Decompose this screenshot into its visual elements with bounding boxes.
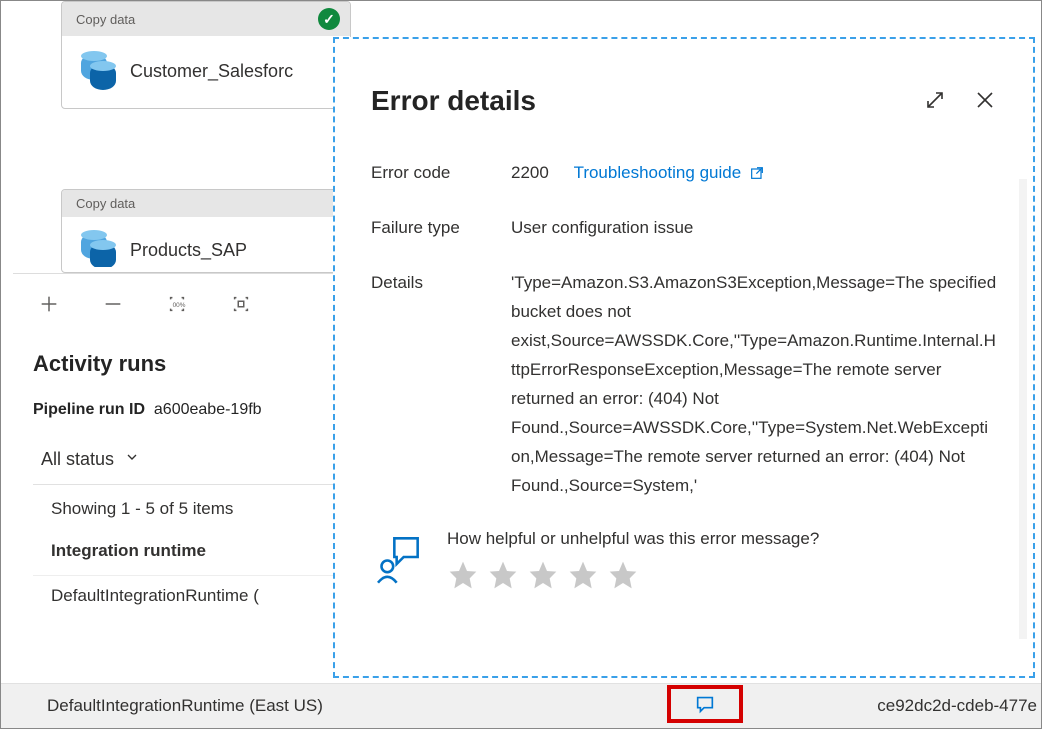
pipeline-run-id-value: a600eabe-19fb: [154, 401, 262, 418]
fit-to-screen-button[interactable]: [227, 290, 255, 318]
svg-text:00%: 00%: [173, 301, 186, 308]
panel-title: Error details: [371, 85, 536, 117]
star-icon[interactable]: [527, 559, 559, 591]
feedback-section: How helpful or unhelpful was this error …: [371, 529, 997, 591]
details-label: Details: [371, 269, 511, 500]
database-icon: [78, 231, 116, 267]
card-type-label: Copy data: [76, 196, 135, 211]
activity-card[interactable]: Copy data ✓ Customer_Salesforc: [61, 1, 351, 109]
error-details-panel: Error details Error code 2200 Troublesho…: [333, 37, 1035, 678]
feedback-icon: [371, 529, 427, 585]
status-filter-label: All status: [41, 449, 114, 470]
row-id: ce92dc2d-cdeb-477e: [877, 696, 1037, 716]
error-message-button[interactable]: [667, 685, 743, 723]
failure-type-value: User configuration issue: [511, 214, 997, 241]
activity-card[interactable]: Copy data Products_SAP: [61, 189, 351, 273]
star-icon[interactable]: [447, 559, 479, 591]
table-row-selected[interactable]: DefaultIntegrationRuntime (East US) ce92…: [1, 683, 1041, 728]
close-icon[interactable]: [973, 88, 997, 115]
zoom-reset-button[interactable]: 00%: [163, 290, 191, 318]
chevron-down-icon: [124, 449, 140, 470]
star-icon[interactable]: [567, 559, 599, 591]
star-icon[interactable]: [607, 559, 639, 591]
details-text: 'Type=Amazon.S3.AmazonS3Exception,Messag…: [511, 269, 997, 500]
troubleshooting-guide-link[interactable]: Troubleshooting guide: [574, 159, 766, 186]
activity-name: Products_SAP: [130, 240, 247, 261]
link-text: Troubleshooting guide: [574, 159, 742, 186]
zoom-in-button[interactable]: [35, 290, 63, 318]
scrollbar[interactable]: [1019, 179, 1027, 639]
pipeline-run-id-label: Pipeline run ID: [33, 401, 145, 418]
error-code-value: 2200: [511, 163, 549, 182]
expand-icon[interactable]: [923, 88, 947, 115]
status-success-icon: ✓: [318, 8, 340, 30]
runtime-name: DefaultIntegrationRuntime (East US): [47, 696, 323, 716]
failure-type-label: Failure type: [371, 214, 511, 241]
database-icon: [78, 52, 116, 90]
zoom-out-button[interactable]: [99, 290, 127, 318]
error-code-label: Error code: [371, 159, 511, 186]
star-rating[interactable]: [447, 559, 819, 591]
feedback-question: How helpful or unhelpful was this error …: [447, 529, 819, 549]
card-type-label: Copy data: [76, 12, 135, 27]
star-icon[interactable]: [487, 559, 519, 591]
canvas-toolbar: 00%: [13, 273, 333, 333]
activity-name: Customer_Salesforc: [130, 61, 293, 82]
